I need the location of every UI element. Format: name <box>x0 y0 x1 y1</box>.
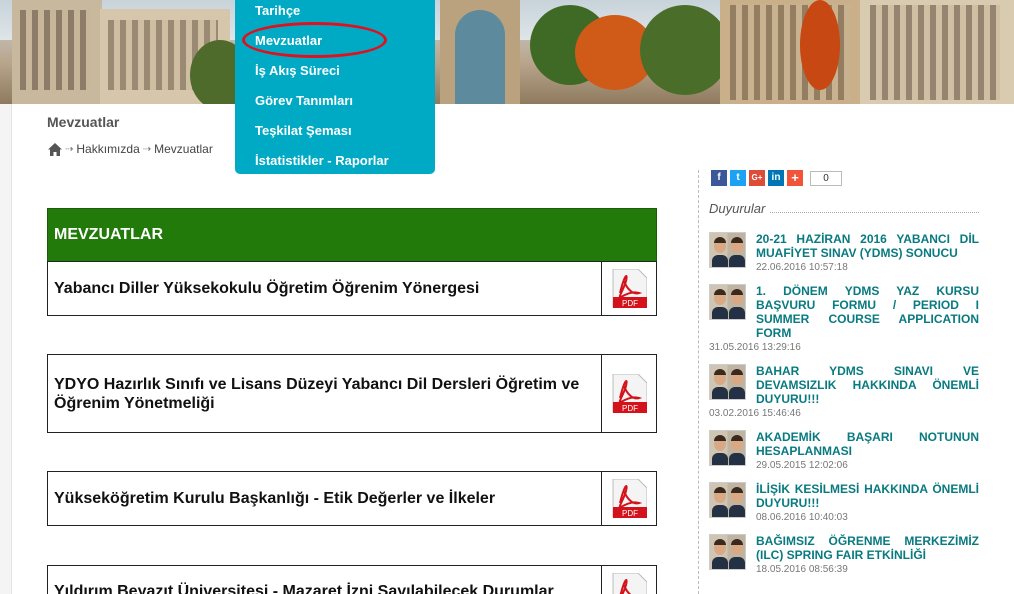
sidebar-divider <box>698 170 699 594</box>
breadcrumb-separator-icon: ⇢ <box>65 143 74 155</box>
menu-item-workflow[interactable]: İş Akış Süreci <box>255 63 340 78</box>
document-title[interactable]: YDYO Hazırlık Sınıfı ve Lisans Düzeyi Ya… <box>54 375 594 413</box>
heading-divider <box>770 212 979 213</box>
document-row: Yabancı Diller Yüksekokulu Öğretim Öğren… <box>47 261 657 316</box>
document-title[interactable]: Yabancı Diller Yüksekokulu Öğretim Öğren… <box>54 279 594 298</box>
announcement-date: 03.02.2016 15:46:46 <box>709 408 801 419</box>
announcement-date: 22.06.2016 10:57:18 <box>756 262 848 273</box>
menu-item-history[interactable]: Tarihçe <box>255 3 300 18</box>
svg-text:PDF: PDF <box>622 509 638 518</box>
announcement-thumbnail[interactable] <box>709 534 746 570</box>
google-plus-share-icon[interactable]: G+ <box>749 170 765 186</box>
svg-text:PDF: PDF <box>622 404 638 413</box>
announcement-thumbnail[interactable] <box>709 364 746 400</box>
page-title: Mevzuatlar <box>47 114 120 130</box>
announcement-date: 29.05.2015 12:02:06 <box>756 460 848 471</box>
announcement-link[interactable]: 20-21 HAZİRAN 2016 YABANCI DİL MUAFİYET … <box>756 232 979 260</box>
pdf-download-icon[interactable]: PDF <box>611 573 647 594</box>
announcements-heading: Duyurular <box>709 201 766 216</box>
announcement-date: 18.05.2016 08:56:39 <box>756 564 848 575</box>
pdf-download-icon[interactable]: PDF <box>611 269 647 309</box>
menu-item-job-descriptions[interactable]: Görev Tanımları <box>255 93 353 108</box>
document-title[interactable]: Yükseköğretim Kurulu Başkanlığı - Etik D… <box>54 489 594 508</box>
document-row: Yıldırım Beyazıt Üniversitesi - Mazaret … <box>47 565 657 594</box>
share-count: 0 <box>810 170 842 186</box>
breadcrumb-link-about[interactable]: Hakkımızda <box>76 142 139 156</box>
announcement-link[interactable]: AKADEMİK BAŞARI NOTUNUN HESAPLANMASI <box>756 430 979 458</box>
twitter-share-icon[interactable]: t <box>730 170 746 186</box>
facebook-share-icon[interactable]: f <box>711 170 727 186</box>
page: Tarihçe Mevzuatlar İş Akış Süreci Görev … <box>0 0 1014 594</box>
document-row: YDYO Hazırlık Sınıfı ve Lisans Düzeyi Ya… <box>47 354 657 433</box>
section-heading: MEVZUATLAR <box>47 208 657 262</box>
announcement-thumbnail[interactable] <box>709 232 746 268</box>
more-share-icon[interactable]: + <box>787 170 803 186</box>
menu-item-statistics-reports[interactable]: İstatistikler - Raporlar <box>255 153 389 168</box>
announcement-link[interactable]: İLİŞİK KESİLMESİ HAKKINDA ÖNEMLİ DUYURU!… <box>756 482 979 510</box>
document-row: Yükseköğretim Kurulu Başkanlığı - Etik D… <box>47 471 657 526</box>
pdf-download-icon[interactable]: PDF <box>611 479 647 519</box>
pdf-download-icon[interactable]: PDF <box>611 374 647 414</box>
announcement-thumbnail[interactable] <box>709 482 746 518</box>
announcement-link[interactable]: BAHAR YDMS SINAVI VE DEVAMSIZLIK HAKKIND… <box>756 364 979 406</box>
share-toolbar: f t G+ in + 0 <box>711 170 842 186</box>
announcement-thumbnail[interactable] <box>709 430 746 466</box>
header-banner-image <box>0 0 1014 104</box>
announcement-date: 31.05.2016 13:29:16 <box>709 342 801 353</box>
document-title[interactable]: Yıldırım Beyazıt Üniversitesi - Mazaret … <box>54 582 594 594</box>
breadcrumb-current: Mevzuatlar <box>154 142 213 156</box>
linkedin-share-icon[interactable]: in <box>768 170 784 186</box>
highlight-annotation-circle <box>242 22 387 58</box>
breadcrumb: ⇢ Hakkımızda ⇢ Mevzuatlar <box>48 142 213 156</box>
announcement-thumbnail[interactable] <box>709 284 746 320</box>
svg-text:PDF: PDF <box>622 299 638 308</box>
breadcrumb-separator-icon: ⇢ <box>142 143 152 155</box>
announcement-date: 08.06.2016 10:40:03 <box>756 512 848 523</box>
home-icon[interactable] <box>48 142 62 156</box>
announcement-link[interactable]: BAĞIMSIZ ÖĞRENME MERKEZİMİZ (ILC) SPRING… <box>756 534 979 562</box>
announcement-link[interactable]: 1. DÖNEM YDMS YAZ KURSU BAŞVURU FORMU / … <box>756 284 979 340</box>
menu-item-org-chart[interactable]: Teşkilat Şeması <box>255 123 352 138</box>
